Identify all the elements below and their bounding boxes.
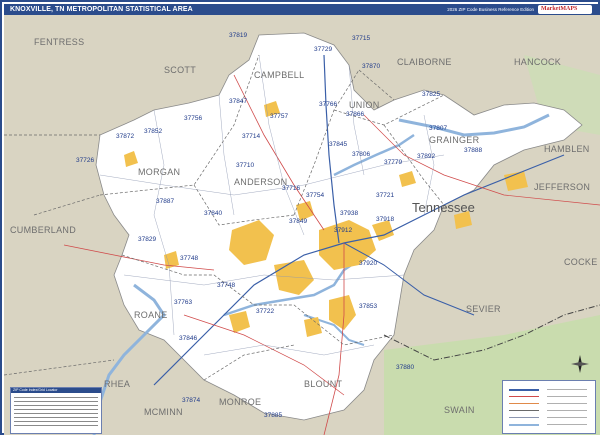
- zip-label: 37920: [359, 260, 377, 267]
- zip-label: 37853: [359, 303, 377, 310]
- zip-label: 37918: [376, 216, 394, 223]
- county-label-monroe: MONROE: [219, 397, 261, 407]
- zip-label: 37807: [429, 125, 447, 132]
- zip-label: 37912: [334, 227, 352, 234]
- zip-label: 37872: [116, 133, 134, 140]
- county-label-hamblen: HAMBLEN: [544, 144, 590, 154]
- zip-label: 37885: [264, 412, 282, 419]
- title-bar: KNOXVILLE, TN METROPOLITAN STATISTICAL A…: [4, 4, 600, 15]
- legend-text-line: [547, 410, 587, 411]
- county-label-roane: ROANE: [134, 310, 168, 320]
- metro-map[interactable]: FENTRESS SCOTT CAMPBELL CLAIBORNE HANCOC…: [4, 15, 600, 435]
- table-row: [14, 417, 98, 418]
- zip-label: 37849: [289, 218, 307, 225]
- zip-label: 37726: [76, 157, 94, 164]
- zip-label: 37756: [184, 115, 202, 122]
- zip-label: 37763: [174, 299, 192, 306]
- legend-text-line: [547, 396, 587, 397]
- county-label-fentress: FENTRESS: [34, 37, 84, 47]
- zip-label: 37779: [384, 159, 402, 166]
- zip-index-table: ZIP Code Index/Grid Locator: [10, 387, 102, 434]
- map-frame: KNOXVILLE, TN METROPOLITAN STATISTICAL A…: [0, 0, 600, 435]
- zip-label: 37938: [340, 210, 358, 217]
- zip-label: 37722: [256, 308, 274, 315]
- county-label-claiborne: CLAIBORNE: [397, 57, 452, 67]
- zip-label: 37766: [319, 101, 337, 108]
- table-row: [14, 425, 98, 426]
- county-label-swain: SWAIN: [444, 405, 475, 415]
- county-label-anderson: ANDERSON: [234, 177, 287, 187]
- legend-text-line: [547, 403, 587, 404]
- county-label-mcminn: MCMINN: [144, 407, 183, 417]
- table-row: [14, 401, 98, 402]
- zip-label: 37847: [229, 98, 247, 105]
- zip-label: 37729: [314, 46, 332, 53]
- county-label-cocke: COCKE: [564, 257, 598, 267]
- zip-label: 37748: [180, 255, 198, 262]
- brand-logo: MarketMAPS: [538, 5, 592, 14]
- zip-label: 37840: [204, 210, 222, 217]
- zip-label: 37757: [270, 113, 288, 120]
- zip-label: 37715: [352, 35, 370, 42]
- zip-label: 37887: [156, 198, 174, 205]
- county-label-hancock: HANCOCK: [514, 57, 561, 67]
- zip-label: 37874: [182, 397, 200, 404]
- map-title: KNOXVILLE, TN METROPOLITAN STATISTICAL A…: [10, 6, 193, 13]
- county-label-union: UNION: [349, 100, 380, 110]
- zip-label: 37866: [346, 111, 364, 118]
- zip-label: 37825: [422, 91, 440, 98]
- map-legend: [502, 380, 596, 434]
- zip-label: 37754: [306, 192, 324, 199]
- zip-label: 37845: [329, 141, 347, 148]
- legend-text-line: [547, 417, 587, 418]
- compass-rose-icon: [571, 355, 589, 373]
- zip-label: 37748: [217, 282, 235, 289]
- legend-county-swatch: [509, 410, 539, 411]
- legend-text-line: [547, 424, 587, 425]
- zip-label: 37714: [242, 133, 260, 140]
- legend-interstate-swatch: [509, 389, 539, 391]
- zip-label: 37852: [144, 128, 162, 135]
- zip-label: 37716: [282, 185, 300, 192]
- zip-label: 37819: [229, 32, 247, 39]
- zip-label: 37888: [464, 147, 482, 154]
- brand-text: MarketMAPS: [541, 6, 578, 12]
- state-label: Tennessee: [412, 200, 475, 215]
- zip-index-title: ZIP Code Index/Grid Locator: [11, 388, 101, 393]
- legend-water-swatch: [509, 424, 539, 426]
- table-row: [14, 397, 98, 398]
- zip-label: 37880: [396, 364, 414, 371]
- table-row: [14, 405, 98, 406]
- table-row: [14, 409, 98, 410]
- county-label-rhea: RHEA: [104, 379, 130, 389]
- zip-label: 37892: [417, 153, 435, 160]
- county-label-sevier: SEVIER: [466, 304, 501, 314]
- legend-highway-swatch: [509, 396, 539, 397]
- county-label-blount: BLOUNT: [304, 379, 343, 389]
- county-label-cumberland: CUMBERLAND: [10, 225, 76, 235]
- zip-label: 37806: [352, 151, 370, 158]
- table-row: [14, 421, 98, 422]
- edition-label: 2026 ZIP Code Business Reference Edition: [447, 7, 534, 12]
- county-label-jefferson: JEFFERSON: [534, 182, 590, 192]
- legend-state-road-swatch: [509, 403, 539, 404]
- county-label-grainger: GRAINGER: [429, 135, 480, 145]
- zip-label: 37846: [179, 335, 197, 342]
- county-label-morgan: MORGAN: [138, 167, 180, 177]
- table-row: [14, 413, 98, 414]
- legend-text-line: [547, 389, 587, 390]
- zip-label: 37829: [138, 236, 156, 243]
- legend-zip-swatch: [509, 417, 539, 418]
- zip-label: 37710: [236, 162, 254, 169]
- county-label-campbell: CAMPBELL: [254, 70, 304, 80]
- county-label-scott: SCOTT: [164, 65, 196, 75]
- zip-label: 37721: [376, 192, 394, 199]
- zip-label: 37870: [362, 63, 380, 70]
